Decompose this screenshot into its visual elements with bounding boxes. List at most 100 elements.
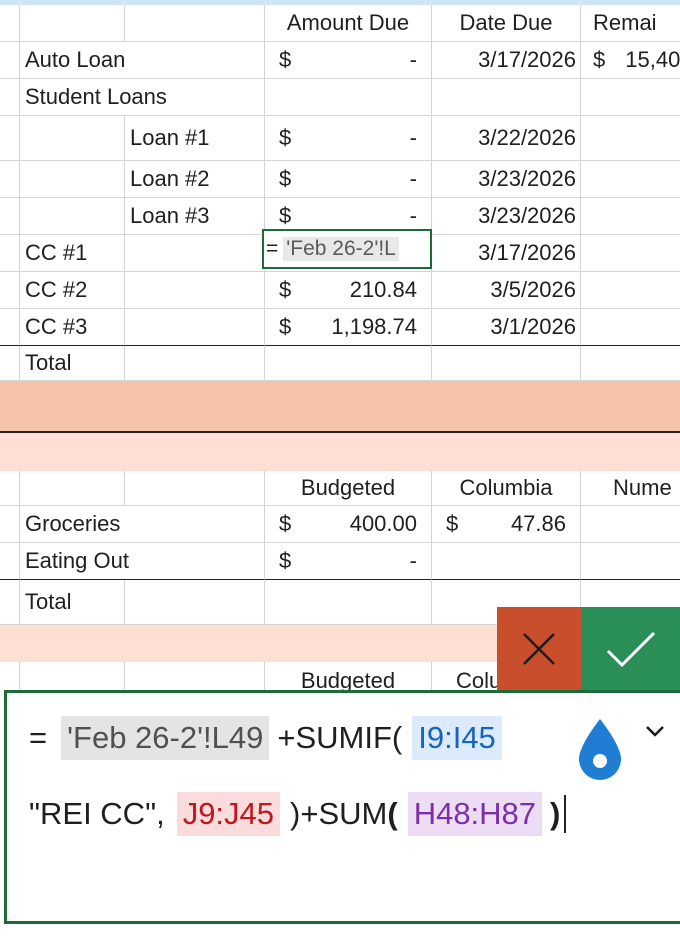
row-label[interactable]: Groceries <box>20 506 265 543</box>
cell[interactable] <box>125 346 265 381</box>
confirm-button[interactable] <box>581 607 680 691</box>
nume-header[interactable]: Nume <box>581 471 680 506</box>
cell[interactable] <box>20 198 125 235</box>
row-label[interactable]: CC #1 <box>20 235 125 272</box>
row-label[interactable]: Total <box>20 346 125 381</box>
amount-cell[interactable]: $210.84 <box>265 272 432 309</box>
formula-range-1[interactable]: I9:I45 <box>412 716 502 760</box>
budgeted-cell[interactable]: $400.00 <box>265 506 432 543</box>
cell[interactable] <box>20 471 125 506</box>
date-cell[interactable]: 3/23/2026 <box>432 161 581 198</box>
cell[interactable] <box>20 161 125 198</box>
cell[interactable] <box>0 235 20 272</box>
active-cell-editor[interactable]: = 'Feb 26-2'!L <box>262 229 432 269</box>
row-label[interactable]: Loan #2 <box>125 161 265 198</box>
cell[interactable] <box>0 506 20 543</box>
cell[interactable] <box>432 543 581 580</box>
cell[interactable] <box>0 625 20 662</box>
cell[interactable] <box>0 42 20 79</box>
cell[interactable] <box>0 5 20 42</box>
cell[interactable] <box>125 471 265 506</box>
cell[interactable] <box>581 198 680 235</box>
cell[interactable] <box>0 662 20 690</box>
cell[interactable] <box>581 506 680 543</box>
amount-cell[interactable]: $1,198.74 <box>265 309 432 346</box>
cell[interactable] <box>581 543 680 580</box>
formula-criteria: "REI CC", <box>29 796 165 831</box>
cell[interactable] <box>0 471 20 506</box>
cell[interactable] <box>0 161 20 198</box>
date-cell[interactable]: 3/5/2026 <box>432 272 581 309</box>
row-label[interactable]: Student Loans <box>20 79 265 116</box>
cell[interactable] <box>125 272 265 309</box>
amount-cell[interactable]: $ - <box>265 161 432 198</box>
budgeted-cell[interactable]: $ - <box>265 543 432 580</box>
selection-handle-icon[interactable] <box>575 717 625 783</box>
cell[interactable] <box>432 346 581 381</box>
cell[interactable] <box>581 116 680 161</box>
row-label[interactable]: Auto Loan <box>20 42 265 79</box>
cell[interactable] <box>581 161 680 198</box>
amount-due-header[interactable]: Amount Due <box>265 5 432 42</box>
formula-sheet-ref[interactable]: 'Feb 26-2'!L49 <box>61 716 270 760</box>
cell[interactable] <box>0 381 20 431</box>
cell[interactable] <box>0 580 20 625</box>
cell[interactable] <box>0 272 20 309</box>
date-cell[interactable]: 3/22/2026 <box>432 116 581 161</box>
cell[interactable] <box>581 346 680 381</box>
cell[interactable] <box>20 5 125 42</box>
cell[interactable] <box>125 309 265 346</box>
cell[interactable] <box>0 309 20 346</box>
formula-range-3[interactable]: H48:H87 <box>407 792 543 836</box>
cell[interactable] <box>265 79 432 116</box>
row-label[interactable]: Eating Out <box>20 543 265 580</box>
cell[interactable] <box>0 346 20 381</box>
date-cell[interactable]: 3/23/2026 <box>432 198 581 235</box>
cell[interactable] <box>581 235 680 272</box>
columbia-cell[interactable]: $47.86 <box>432 506 581 543</box>
cell[interactable] <box>125 235 265 272</box>
cell[interactable] <box>581 309 680 346</box>
formula-sumif: +SUMIF( <box>277 720 403 755</box>
amount-cell[interactable]: $ - <box>265 116 432 161</box>
cell[interactable] <box>0 79 20 116</box>
date-cell[interactable]: 3/17/2026 <box>432 235 581 272</box>
cell[interactable] <box>20 381 680 431</box>
remaining-cell[interactable]: $15,40 <box>581 42 680 79</box>
cell[interactable] <box>0 433 20 471</box>
row-label[interactable]: Loan #1 <box>125 116 265 161</box>
cell[interactable] <box>581 79 680 116</box>
date-cell[interactable]: 3/17/2026 <box>432 42 581 79</box>
cell[interactable] <box>0 543 20 580</box>
cell[interactable] <box>432 79 581 116</box>
cell[interactable] <box>20 116 125 161</box>
cell[interactable] <box>265 346 432 381</box>
cell[interactable] <box>125 5 265 42</box>
formula-bar[interactable]: = 'Feb 26-2'!L49 +SUMIF( I9:I45 "REI CC"… <box>4 690 680 924</box>
columbia-header[interactable]: Columbia <box>432 471 581 506</box>
cell[interactable] <box>581 272 680 309</box>
row-label[interactable]: Total <box>20 580 125 625</box>
budgeted-header[interactable]: Budgeted <box>265 471 432 506</box>
remaining-header[interactable]: Remai <box>581 5 680 42</box>
cell[interactable] <box>20 433 680 471</box>
cell[interactable] <box>0 198 20 235</box>
row-label[interactable]: CC #3 <box>20 309 125 346</box>
date-cell[interactable]: 3/1/2026 <box>432 309 581 346</box>
formula-range-2[interactable]: J9:J45 <box>176 792 281 836</box>
cancel-button[interactable] <box>497 607 581 691</box>
row-label[interactable]: CC #2 <box>20 272 125 309</box>
budgeted-header[interactable]: Budgeted <box>265 662 432 690</box>
date-due-header[interactable]: Date Due <box>432 5 581 42</box>
cell[interactable] <box>125 662 265 690</box>
formula-equals: = <box>29 720 48 755</box>
section-band <box>0 381 680 431</box>
equals-sign: = <box>266 237 279 260</box>
chevron-down-icon[interactable] <box>641 717 669 745</box>
cell[interactable] <box>125 580 265 625</box>
cell[interactable] <box>265 580 432 625</box>
cell[interactable] <box>20 662 125 690</box>
cell[interactable] <box>0 116 20 161</box>
amount-cell[interactable]: $ - <box>265 42 432 79</box>
row-label[interactable]: Loan #3 <box>125 198 265 235</box>
